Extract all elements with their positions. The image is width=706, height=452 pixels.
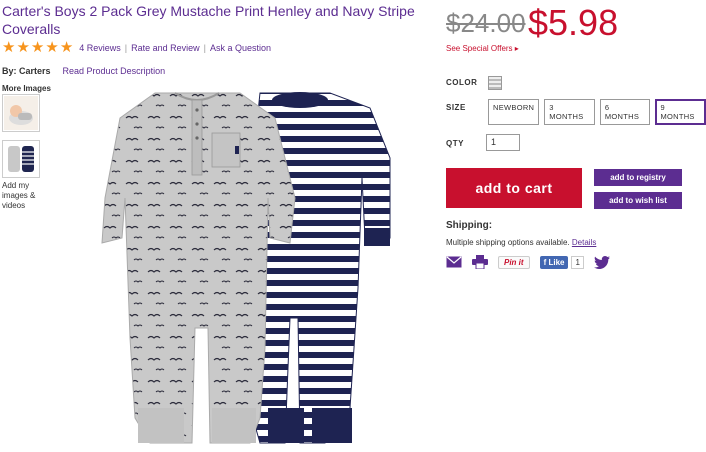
byline: By: Carters Read Product Description xyxy=(2,66,165,76)
pinterest-button[interactable]: Pin it xyxy=(498,255,530,269)
size-label: SIZE xyxy=(446,103,466,112)
star-icon: ★ xyxy=(45,39,59,56)
quantity-input[interactable]: 1 xyxy=(486,134,520,151)
size-option-9-months[interactable]: 9 MONTHS xyxy=(655,99,706,125)
product-main-image xyxy=(100,88,420,450)
print-icon[interactable] xyxy=(472,255,488,269)
star-icon: ★ xyxy=(59,39,74,56)
thumbnail-baby-photo[interactable] xyxy=(2,94,40,132)
like-count: 1 xyxy=(571,255,584,269)
size-options: NEWBORN 3 MONTHS 6 MONTHS 9 MONTHS xyxy=(488,99,706,125)
add-to-registry-button[interactable]: add to registry xyxy=(594,169,682,186)
read-description-link[interactable]: Read Product Description xyxy=(63,66,166,76)
rate-review-link[interactable]: Rate and Review xyxy=(131,43,200,53)
sale-price: $5.98 xyxy=(528,2,619,43)
size-option-6-months[interactable]: 6 MONTHS xyxy=(599,99,651,125)
rating-row: ★ ★ ★ ★ ★ 4 Reviews | Rate and Review | … xyxy=(2,40,271,55)
more-images-label: More Images xyxy=(2,84,51,93)
add-to-wishlist-button[interactable]: add to wish list xyxy=(594,192,682,209)
shipping-info: Multiple shipping options available. Det… xyxy=(446,238,596,247)
color-swatch[interactable] xyxy=(488,76,502,90)
facebook-like-label: Like xyxy=(548,257,565,267)
facebook-like: f Like 1 xyxy=(539,255,584,269)
shipping-text: Multiple shipping options available. xyxy=(446,238,570,247)
facebook-icon: f xyxy=(543,257,547,267)
ask-question-link[interactable]: Ask a Question xyxy=(210,43,271,53)
qty-label: QTY xyxy=(446,139,464,148)
original-price: $24.00 xyxy=(446,8,526,38)
add-to-cart-button[interactable]: add to cart xyxy=(446,168,582,208)
share-row: Pin it f Like 1 xyxy=(446,255,610,269)
email-icon[interactable] xyxy=(446,256,462,268)
size-option-3-months[interactable]: 3 MONTHS xyxy=(544,99,595,125)
star-rating[interactable]: ★ ★ ★ ★ ★ xyxy=(2,40,73,55)
shipping-details-link[interactable]: Details xyxy=(572,238,596,247)
facebook-like-button[interactable]: f Like xyxy=(539,255,569,269)
separator: | xyxy=(124,42,128,53)
product-title: Carter's Boys 2 Pack Grey Mustache Print… xyxy=(2,3,415,37)
color-label: COLOR xyxy=(446,78,478,87)
add-images-link[interactable]: Add my images & videos xyxy=(2,181,42,211)
star-icon: ★ xyxy=(2,39,16,56)
shipping-title: Shipping: xyxy=(446,220,493,231)
brand-name: By: Carters xyxy=(2,66,51,76)
twitter-icon[interactable] xyxy=(593,255,610,269)
special-offers-link[interactable]: See Special Offers ▸ xyxy=(446,44,519,53)
size-option-newborn[interactable]: NEWBORN xyxy=(488,99,540,125)
star-icon: ★ xyxy=(30,39,45,56)
star-icon: ★ xyxy=(16,39,30,56)
separator: | xyxy=(203,42,207,53)
thumbnail-product[interactable] xyxy=(2,140,40,178)
reviews-link[interactable]: 4 Reviews xyxy=(79,43,121,53)
